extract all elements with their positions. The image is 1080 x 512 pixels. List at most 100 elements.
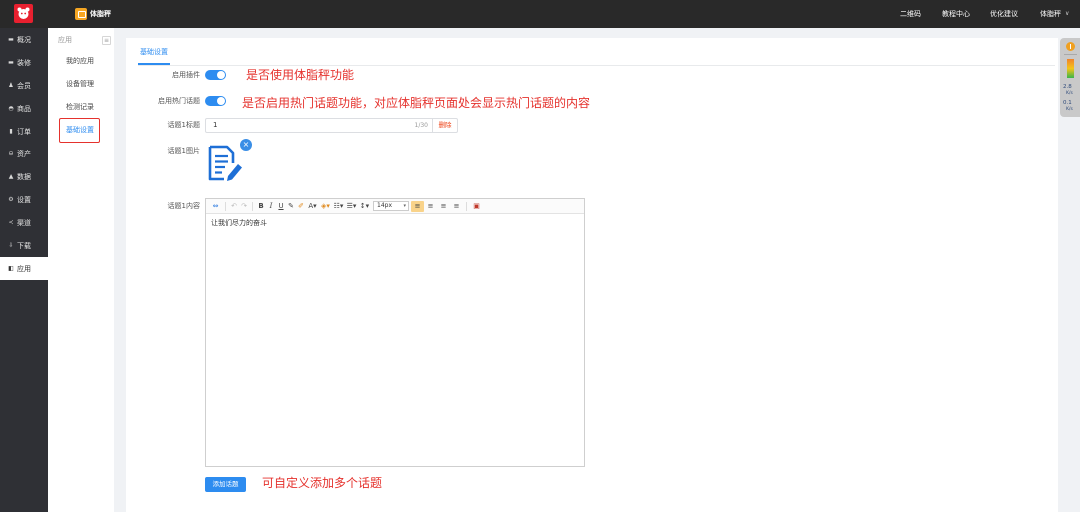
brand-logo-icon[interactable] [14,4,33,23]
eraser-icon[interactable]: ✎ [286,201,296,212]
app-window: 体脂秤 二维码 教程中心 优化建议 体脂秤 ∨ ▬ 概况 ▬ 装修 ♟ 会员 ◓… [0,0,1080,512]
sidebar-item-settings[interactable]: ⚙ 设置 [0,188,48,211]
font-color-icon[interactable]: A▾ [306,201,319,212]
insert-image-icon[interactable]: ▣ [470,201,483,212]
editor-content-text[interactable]: 让我们尽力的奋斗 [211,218,267,228]
app-icon: ◧ [8,264,14,272]
unordered-list-icon[interactable]: ☰▾ [345,201,358,212]
topic1-title-value: 1 [213,121,218,129]
download-icon: ⇩ [8,241,14,249]
settings-icon: ⚙ [8,195,14,203]
annotation-add-topic: 可自定义添加多个话题 [262,476,383,490]
align-left-icon[interactable]: ≡ [411,200,424,212]
order-icon: ▮ [9,127,13,135]
app-subnav: 应用 ≡ 我的应用 设备管理 检测记录 基础设置 [48,28,114,512]
sidebar-item-orders[interactable]: ▮ 订单 [0,120,48,143]
tab-basic-settings[interactable]: 基础设置 [140,47,168,57]
subnav-item-records[interactable]: 检测记录 [48,96,114,119]
editor-toolbar: ⇔ ↶ ↷ B I U ✎ ✐ A▾ ◈▾ ☷▾ ☰▾ ↕▾ 14px ▾ ≡ … [206,199,584,214]
app-name: 体脂秤 [90,10,111,18]
scale-app-icon [75,8,87,20]
sidebar-item-label: 设置 [17,195,31,204]
sidebar-item-overview[interactable]: ▬ 概况 [0,28,48,51]
top-bar: 体脂秤 二维码 教程中心 优化建议 体脂秤 ∨ [0,0,1080,28]
add-topic-button[interactable]: 添加话题 [205,477,246,492]
sidebar-item-assets[interactable]: ⊖ 资产 [0,142,48,165]
sidebar-item-members[interactable]: ♟ 会员 [0,74,48,97]
toolbar-separator [252,201,253,211]
sidebar-item-download[interactable]: ⇩ 下载 [0,234,48,257]
main-sidebar: ▬ 概况 ▬ 装修 ♟ 会员 ◓ 商品 ▮ 订单 ⊖ 资产 ▲ 数据 ⚙ 设置 [0,28,48,512]
sidebar-item-decoration[interactable]: ▬ 装修 [0,51,48,74]
html-source-icon[interactable]: ⇔ [209,201,222,212]
data-icon: ▲ [8,172,14,180]
format-brush-icon[interactable]: ✐ [296,201,306,212]
sidebar-item-label: 资产 [17,149,31,158]
font-size-value: 14px [377,202,392,209]
sidebar-item-label: 会员 [17,81,31,90]
subnav-item-devices[interactable]: 设备管理 [48,73,114,96]
user-menu-label: 体脂秤 [1040,10,1061,18]
ordered-list-icon[interactable]: ☷▾ [332,201,345,212]
subnav-item-my-apps[interactable]: 我的应用 [48,50,114,73]
topic1-title-input[interactable]: 1 1/30 [205,118,433,133]
feedback-link[interactable]: 优化建议 [990,9,1018,19]
sidebar-item-label: 商品 [17,104,31,113]
font-size-select[interactable]: 14px ▾ [373,201,409,211]
enable-hot-topics-toggle[interactable] [205,96,226,106]
sidebar-item-channels[interactable]: ≺ 渠道 [0,211,48,234]
document-edit-icon[interactable] [207,144,243,182]
speed-widget-divider [1064,54,1077,55]
undo-icon[interactable]: ↶ [229,201,239,212]
topic1-content-label: 话题1内容 [167,202,200,210]
sidebar-item-data[interactable]: ▲ 数据 [0,165,48,188]
user-menu[interactable]: 体脂秤 ∨ [1040,9,1069,19]
sidebar-item-label: 数据 [17,172,31,181]
sidebar-item-label: 下载 [17,241,31,250]
decoration-icon: ▬ [8,58,14,66]
delete-topic-button[interactable]: 删除 [432,118,458,133]
qrcode-link[interactable]: 二维码 [900,9,921,19]
dashboard-icon: ▬ [8,35,14,43]
current-app-switch[interactable]: 体脂秤 [75,8,111,20]
speed-level-bar [1067,59,1074,78]
sidebar-item-label: 应用 [17,264,31,273]
redo-icon[interactable]: ↷ [239,201,249,212]
sidebar-item-apps[interactable]: ◧ 应用 [0,257,48,280]
bold-icon[interactable]: B [256,201,266,212]
annotation-hot-topics: 是否启用热门话题功能，对应体脂秤页面处会显示热门话题的内容 [242,96,591,110]
rich-text-editor[interactable]: ⇔ ↶ ↷ B I U ✎ ✐ A▾ ◈▾ ☷▾ ☰▾ ↕▾ 14px ▾ ≡ … [205,198,585,467]
enable-hot-topics-label: 启用热门话题 [158,97,200,105]
italic-icon[interactable]: I [266,201,276,212]
goods-icon: ◓ [8,104,14,112]
tutorial-center-link[interactable]: 教程中心 [942,9,970,19]
asset-icon: ⊖ [8,149,14,157]
topic1-title-label: 话题1标题 [167,121,200,129]
sidebar-item-label: 渠道 [17,218,31,227]
tab-divider [138,65,1055,66]
enable-plugin-label: 启用插件 [172,71,200,79]
download-speed-unit: K/s [1066,91,1073,96]
subnav-title: 应用 [58,36,72,44]
sidebar-item-label: 订单 [17,127,31,136]
underline-icon[interactable]: U [276,201,286,212]
menu-collapse-icon[interactable]: ≡ [102,36,111,45]
upload-speed-unit: K/s [1066,107,1073,112]
network-speed-widget[interactable]: 2.8 K/s 0.1 K/s [1060,38,1080,117]
toggle-knob [217,71,225,79]
annotation-plugin: 是否使用体脂秤功能 [246,68,355,82]
enable-plugin-toggle[interactable] [205,70,226,80]
remove-image-icon[interactable]: × [240,139,252,151]
char-counter: 1/30 [414,122,428,129]
align-right-icon[interactable]: ≡ [437,201,450,212]
member-icon: ♟ [8,81,14,89]
sidebar-item-goods[interactable]: ◓ 商品 [0,97,48,120]
download-speed-value: 2.8 [1063,84,1072,90]
align-justify-icon[interactable]: ≡ [450,201,463,212]
toolbar-separator [225,201,226,211]
sidebar-item-label: 概况 [17,35,31,44]
background-color-icon[interactable]: ◈▾ [319,201,332,212]
annotation-highlight-box [59,118,100,143]
align-center-icon[interactable]: ≡ [424,201,437,212]
line-height-icon[interactable]: ↕▾ [358,201,371,212]
